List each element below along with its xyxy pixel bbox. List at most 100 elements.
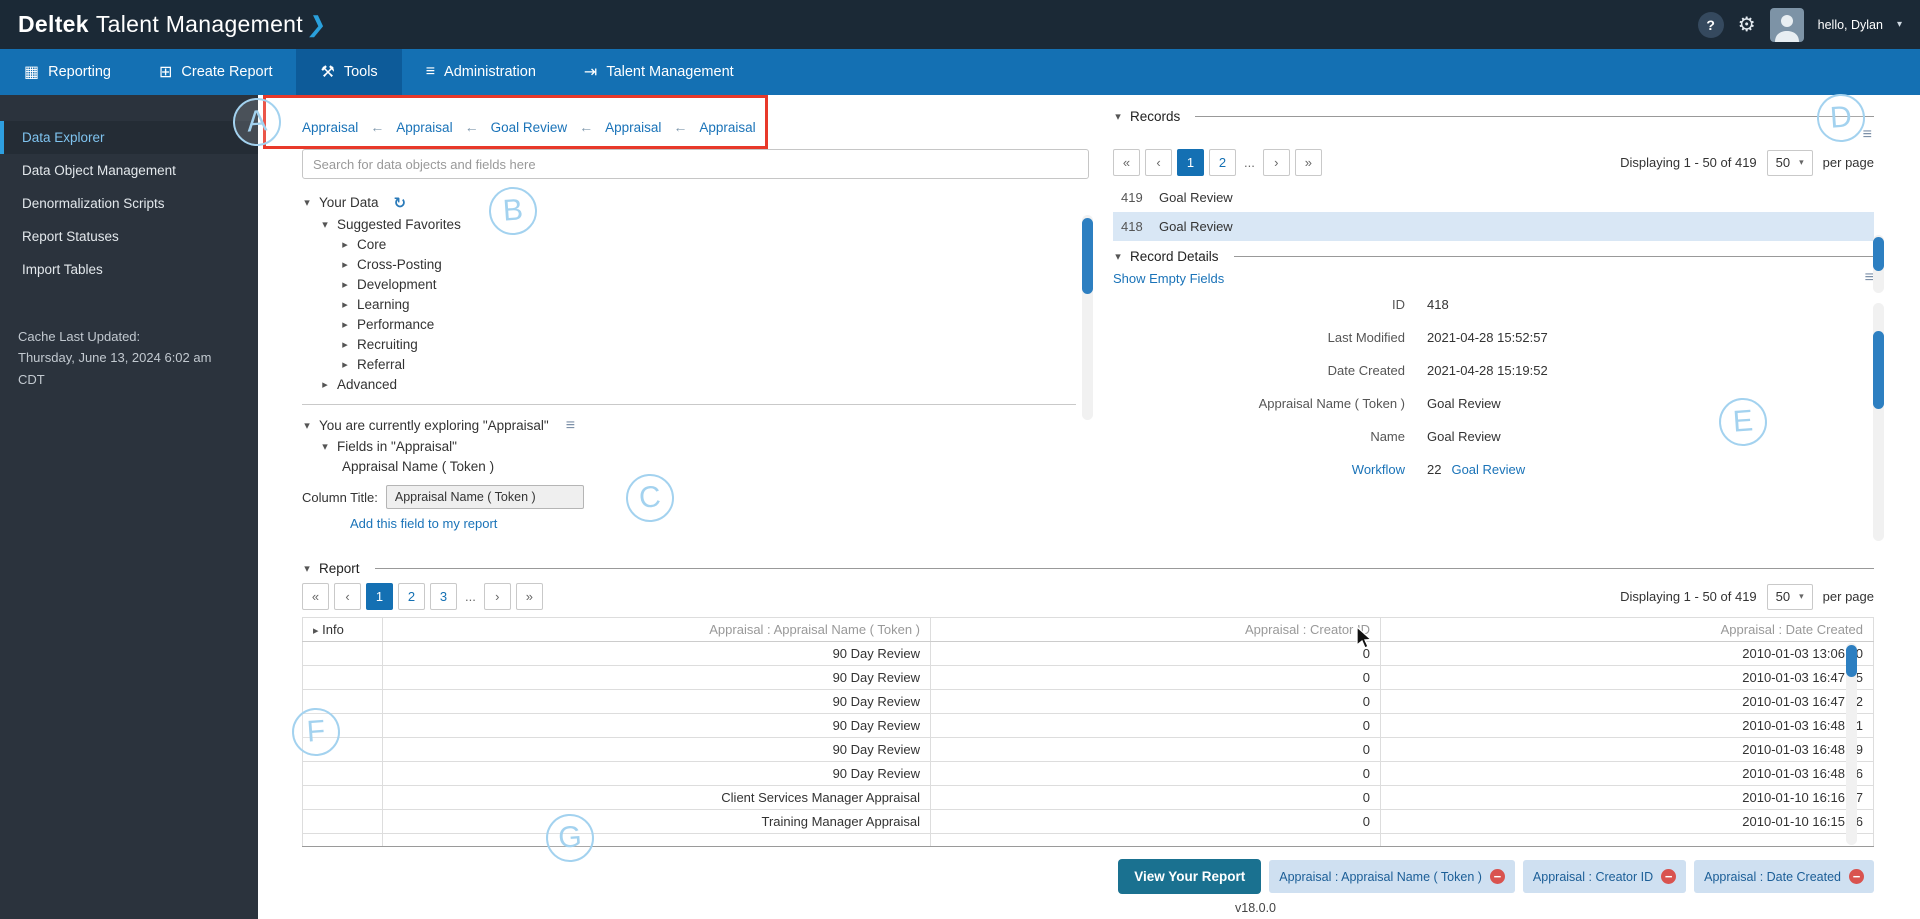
list-menu-icon[interactable]: ≡	[566, 418, 575, 434]
sidebar-item-data-object-management[interactable]: Data Object Management	[0, 154, 258, 187]
chevron-expanded-icon[interactable]: ▾	[1113, 110, 1123, 123]
report-page-size-select[interactable]: 50 ▾	[1767, 584, 1813, 610]
remove-field-icon[interactable]: −	[1661, 869, 1676, 884]
tree-node-your-data[interactable]: ▾ Your Data ↻	[302, 191, 1089, 214]
column-header-date-created[interactable]: Appraisal : Date Created	[1381, 618, 1874, 642]
report-page-3-button[interactable]: 3	[430, 583, 457, 610]
chevron-expanded-icon[interactable]: ▾	[302, 562, 312, 575]
report-prev-page-button[interactable]: ‹	[334, 583, 361, 610]
chevron-collapsed-icon[interactable]: ▸	[320, 378, 330, 391]
table-row[interactable]: 90 Day Review02010-01-03 16:47:35	[303, 666, 1874, 690]
search-input[interactable]	[302, 149, 1089, 179]
tree-node-development[interactable]: ▸ Development	[340, 274, 1089, 294]
workflow-value-link[interactable]: Goal Review	[1451, 462, 1525, 477]
record-row[interactable]: 419 Goal Review	[1113, 183, 1874, 212]
sidebar-item-import-tables[interactable]: Import Tables	[0, 253, 258, 286]
records-page-1-button[interactable]: 1	[1177, 149, 1204, 176]
tree-node-referral[interactable]: ▸ Referral	[340, 354, 1089, 374]
show-empty-fields-link[interactable]: Show Empty Fields	[1113, 271, 1224, 286]
chevron-collapsed-icon[interactable]: ▸	[340, 238, 350, 251]
column-header-creator-id[interactable]: Appraisal : Creator ID	[931, 618, 1381, 642]
records-list-menu-icon[interactable]: ≡	[1863, 127, 1872, 142]
info-column-header[interactable]: ▸ Info	[303, 618, 383, 642]
records-scrollbar-thumb[interactable]	[1873, 237, 1884, 271]
tree-node-advanced[interactable]: ▸ Advanced	[320, 374, 1089, 394]
exploring-header[interactable]: ▾ You are currently exploring "Appraisal…	[302, 415, 1089, 436]
records-first-page-button[interactable]: «	[1113, 149, 1140, 176]
tree-node-learning[interactable]: ▸ Learning	[340, 294, 1089, 314]
records-scrollbar[interactable]	[1873, 235, 1884, 293]
report-first-page-button[interactable]: «	[302, 583, 329, 610]
chevron-expanded-icon[interactable]: ▾	[302, 196, 312, 209]
tree-node-recruiting[interactable]: ▸ Recruiting	[340, 334, 1089, 354]
report-page-2-button[interactable]: 2	[398, 583, 425, 610]
user-greeting[interactable]: hello, Dylan	[1818, 18, 1883, 32]
chevron-collapsed-icon[interactable]: ▸	[340, 318, 350, 331]
view-your-report-button[interactable]: View Your Report	[1118, 859, 1261, 894]
tree-node-performance[interactable]: ▸ Performance	[340, 314, 1089, 334]
record-row-selected[interactable]: 418 Goal Review	[1113, 212, 1874, 241]
records-last-page-button[interactable]: »	[1295, 149, 1322, 176]
records-next-page-button[interactable]: ›	[1263, 149, 1290, 176]
column-header-appraisal-name[interactable]: Appraisal : Appraisal Name ( Token )	[383, 618, 931, 642]
remove-field-icon[interactable]: −	[1849, 869, 1864, 884]
tree-scrollbar-thumb[interactable]	[1082, 218, 1093, 294]
chevron-expanded-icon[interactable]: ▾	[302, 419, 312, 432]
records-page-size-select[interactable]: 50 ▾	[1767, 150, 1813, 176]
breadcrumb-item[interactable]: Appraisal	[302, 120, 358, 135]
sidebar-item-report-statuses[interactable]: Report Statuses	[0, 220, 258, 253]
record-details-scrollbar-thumb[interactable]	[1873, 331, 1884, 409]
tree-node-core[interactable]: ▸ Core	[340, 234, 1089, 254]
table-row-partial[interactable]	[303, 834, 1874, 848]
table-row[interactable]: 90 Day Review02010-01-03 16:48:09	[303, 738, 1874, 762]
field-appraisal-name[interactable]: Appraisal Name ( Token )	[342, 456, 1089, 476]
chevron-collapsed-icon[interactable]: ▸	[340, 278, 350, 291]
fields-header[interactable]: ▾ Fields in "Appraisal"	[320, 436, 1089, 456]
table-row[interactable]: 90 Day Review02010-01-03 16:47:52	[303, 690, 1874, 714]
nav-tab-administration[interactable]: ≡ Administration	[402, 49, 560, 95]
chevron-expanded-icon[interactable]: ▾	[320, 440, 330, 453]
table-row[interactable]: 90 Day Review02010-01-03 16:48:16	[303, 762, 1874, 786]
chevron-expanded-icon[interactable]: ▾	[320, 218, 330, 231]
report-table-scrollbar[interactable]	[1846, 643, 1857, 845]
table-row[interactable]: Client Services Manager Appraisal02010-0…	[303, 786, 1874, 810]
nav-tab-talent-management[interactable]: ⇥ Talent Management	[560, 49, 758, 95]
report-last-page-button[interactable]: »	[516, 583, 543, 610]
help-icon[interactable]: ?	[1698, 12, 1724, 38]
report-page-1-button[interactable]: 1	[366, 583, 393, 610]
table-row[interactable]: Training Manager Appraisal02010-01-10 16…	[303, 810, 1874, 834]
tree-scrollbar[interactable]	[1082, 215, 1093, 420]
chevron-collapsed-icon[interactable]: ▸	[340, 258, 350, 271]
nav-tab-create-report[interactable]: ⊞ Create Report	[135, 49, 296, 95]
tree-node-cross-posting[interactable]: ▸ Cross-Posting	[340, 254, 1089, 274]
sidebar-item-denormalization-scripts[interactable]: Denormalization Scripts	[0, 187, 258, 220]
refresh-icon[interactable]: ↻	[394, 194, 407, 212]
report-field-chip[interactable]: Appraisal : Date Created −	[1694, 860, 1874, 893]
breadcrumb-item[interactable]: Appraisal	[699, 120, 755, 135]
nav-tab-reporting[interactable]: ▦ Reporting	[0, 49, 135, 95]
gear-icon[interactable]: ⚙	[1738, 12, 1756, 37]
breadcrumb-item[interactable]: Appraisal	[396, 120, 452, 135]
tree-node-suggested-favorites[interactable]: ▾ Suggested Favorites	[320, 214, 1089, 234]
column-title-input[interactable]	[386, 485, 584, 509]
chevron-collapsed-icon[interactable]: ▸	[340, 338, 350, 351]
nav-tab-tools[interactable]: ⚒ Tools	[296, 49, 401, 95]
chevron-expanded-icon[interactable]: ▾	[1113, 250, 1123, 263]
report-field-chip[interactable]: Appraisal : Creator ID −	[1523, 860, 1686, 893]
record-details-scrollbar[interactable]	[1873, 303, 1884, 541]
report-next-page-button[interactable]: ›	[484, 583, 511, 610]
add-field-link[interactable]: Add this field to my report	[350, 516, 497, 531]
chevron-collapsed-icon[interactable]: ▸	[340, 358, 350, 371]
table-row[interactable]: 90 Day Review02010-01-03 13:06:20	[303, 642, 1874, 666]
chevron-collapsed-icon[interactable]: ▸	[340, 298, 350, 311]
records-prev-page-button[interactable]: ‹	[1145, 149, 1172, 176]
report-field-chip[interactable]: Appraisal : Appraisal Name ( Token ) −	[1269, 860, 1515, 893]
remove-field-icon[interactable]: −	[1490, 869, 1505, 884]
chevron-collapsed-icon[interactable]: ▸	[313, 625, 319, 637]
records-page-2-button[interactable]: 2	[1209, 149, 1236, 176]
report-table-scrollbar-thumb[interactable]	[1846, 645, 1857, 677]
user-menu-caret-icon[interactable]: ▾	[1897, 19, 1902, 30]
breadcrumb-item[interactable]: Appraisal	[605, 120, 661, 135]
table-row[interactable]: 90 Day Review02010-01-03 16:48:01	[303, 714, 1874, 738]
sidebar-item-data-explorer[interactable]: Data Explorer	[0, 121, 258, 154]
